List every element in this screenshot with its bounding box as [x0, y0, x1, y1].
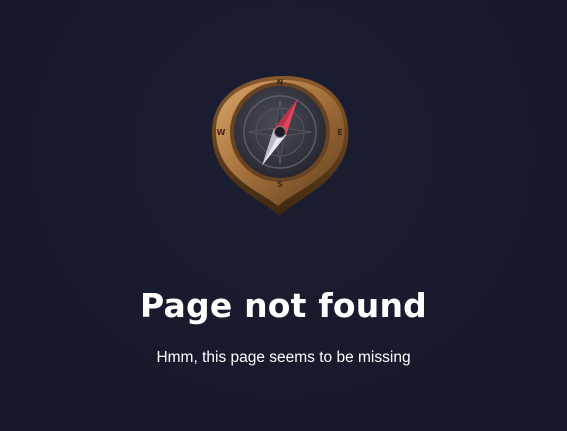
not-found-page: N E S W Page not found Hmm, this page se… — [0, 0, 567, 431]
compass-icon: N E S W — [194, 66, 364, 226]
compass-south-label: S — [277, 180, 283, 189]
compass-west-label: W — [217, 128, 226, 137]
compass-pivot — [274, 126, 286, 138]
page-message: Hmm, this page seems to be missing — [156, 349, 411, 366]
compass-east-label: E — [337, 128, 342, 137]
page-title: Page not found — [140, 286, 427, 325]
compass-north-label: N — [277, 78, 284, 87]
